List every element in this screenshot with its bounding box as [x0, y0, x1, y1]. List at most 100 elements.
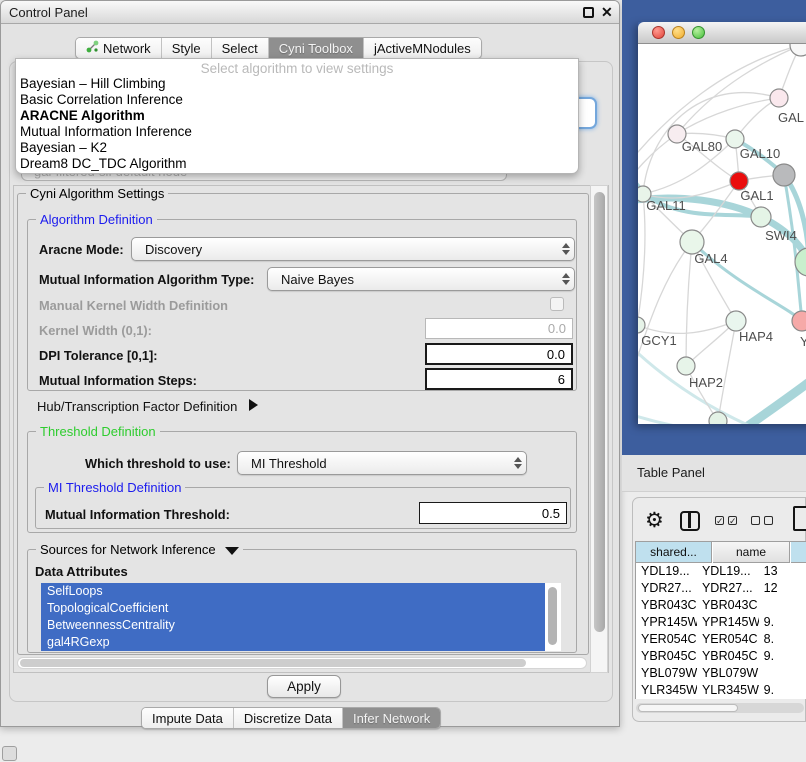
checked-box-icon[interactable]: ✓ [728, 516, 737, 525]
network-node-gal[interactable] [770, 89, 788, 107]
settings-horizontal-scrollbar[interactable] [17, 657, 587, 669]
settings-vertical-scrollbar[interactable] [590, 185, 608, 673]
algorithm-dropdown-placeholder: Select algorithm to view settings [16, 59, 578, 76]
network-node-gcy1[interactable] [638, 317, 645, 333]
dpi-tolerance-field[interactable]: 0.0 [425, 343, 573, 365]
tab-jactivemnodules[interactable]: jActiveMNodules [364, 38, 481, 58]
minimize-traffic-light-icon[interactable] [672, 26, 685, 39]
node-label-swi4: SWI4 [765, 228, 797, 243]
split-columns-icon[interactable] [680, 511, 700, 531]
tab-network[interactable]: Network [76, 38, 162, 58]
close-icon[interactable]: ✕ [601, 4, 613, 21]
tab-label: jActiveMNodules [374, 41, 471, 56]
tab-cyni-toolbox[interactable]: Cyni Toolbox [269, 38, 364, 58]
horizontal-scrollbar-thumb[interactable] [20, 659, 526, 667]
hub-section[interactable]: Hub/Transcription Factor Definition [37, 399, 258, 414]
table-cell: YLR345W [697, 682, 759, 699]
algorithm-option-basic-correlation-inference[interactable]: Basic Correlation Inference [16, 92, 578, 108]
checked-box-icon[interactable]: ✓ [715, 516, 724, 525]
manual-kernel-width-label: Manual Kernel Width Definition [39, 298, 228, 313]
float-window-icon[interactable] [583, 7, 594, 18]
attribute-item-betweennesscentrality[interactable]: BetweennessCentrality [41, 617, 545, 634]
manual-kernel-width-checkbox[interactable] [550, 297, 564, 311]
vertical-scrollbar-thumb[interactable] [594, 192, 605, 632]
zoom-traffic-light-icon[interactable] [692, 26, 705, 39]
tab-impute-data[interactable]: Impute Data [142, 708, 234, 728]
which-threshold-combo[interactable]: MI Threshold [237, 451, 527, 475]
table-row-ypr145w[interactable]: YPR145WYPR145W9. [636, 614, 806, 631]
table-scrollbar-thumb[interactable] [638, 704, 738, 712]
column-header-shared-name[interactable]: shared... [636, 542, 712, 563]
network-node-y[interactable] [792, 311, 806, 331]
tab-infer-network[interactable]: Infer Network [343, 708, 440, 728]
stepper-arrows-icon [510, 452, 526, 474]
network-edge [686, 242, 692, 366]
mi-algorithm-type-combo[interactable]: Naive Bayes [267, 267, 575, 291]
network-window-titlebar[interactable] [638, 22, 806, 44]
table-row-yer054c[interactable]: YER054CYER054C8. [636, 631, 806, 648]
new-table-icon[interactable] [793, 506, 806, 531]
table-row-ybr045c[interactable]: YBR045CYBR045C9. [636, 648, 806, 665]
control-panel-titlebar[interactable]: Control Panel ✕ [1, 1, 619, 24]
unchecked-box-icon[interactable] [751, 516, 760, 525]
mi-threshold-field[interactable]: 0.5 [419, 502, 567, 524]
table-cell: 13 [759, 563, 806, 580]
mi-steps-field[interactable]: 6 [425, 368, 573, 390]
tab-select[interactable]: Select [212, 38, 269, 58]
column-header-name[interactable]: name [713, 542, 790, 563]
algorithm-option-mutual-information-inference[interactable]: Mutual Information Inference [16, 124, 578, 140]
gear-icon[interactable]: ⚙ [645, 508, 664, 533]
unchecked-box-icon[interactable] [764, 516, 773, 525]
tab-label: Cyni Toolbox [279, 41, 353, 56]
table-cell: YLR345W [636, 682, 697, 699]
table-row-ydl19[interactable]: YDL19...YDL19...13 [636, 563, 806, 580]
data-attributes-list[interactable]: SelfLoopsTopologicalCoefficientBetweenne… [41, 583, 561, 651]
attribute-item-gal4rgexp[interactable]: gal4RGexp [41, 634, 545, 651]
table-row-ydr27[interactable]: YDR27...YDR27...12 [636, 580, 806, 597]
network-edge [638, 134, 677, 189]
algorithm-option-dream8-dc-tdc-algorithm[interactable]: Dream8 DC_TDC Algorithm [16, 156, 578, 172]
algorithm-option-aracne-algorithm[interactable]: ARACNE Algorithm [16, 108, 578, 124]
column-header-clipped[interactable]: A [791, 542, 806, 563]
network-view-window: GALGAL80GAL10GAL1GAL11SWI4GAL4GCY1HAP4YH… [638, 22, 806, 424]
tab-style[interactable]: Style [162, 38, 212, 58]
which-threshold-value: MI Threshold [251, 456, 510, 471]
algorithm-option-bayesian-k2[interactable]: Bayesian – K2 [16, 140, 578, 156]
hub-section-label: Hub/Transcription Factor Definition [37, 399, 237, 414]
collapsed-panel-button[interactable] [2, 746, 17, 761]
expand-arrow-icon[interactable] [249, 399, 258, 411]
mi-algorithm-type-value: Naive Bayes [281, 272, 558, 287]
sources-title-text: Sources for Network Inference [40, 542, 216, 557]
network-node[interactable] [790, 44, 806, 56]
network-node-hap4[interactable] [726, 311, 746, 331]
network-node-hap2[interactable] [677, 357, 695, 375]
screen: Control Panel ✕ NetworkStyleSelect Cyni T… [0, 0, 806, 762]
table-row-ylr345w[interactable]: YLR345WYLR345W9. [636, 682, 806, 699]
mi-threshold-value: 0.5 [542, 506, 560, 521]
attribute-item-selfloops[interactable]: SelfLoops [41, 583, 545, 600]
table-cell [759, 597, 806, 614]
aracne-mode-combo[interactable]: Discovery [131, 237, 575, 261]
node-table: shared... name A YDL19...YDL19...13YDR27… [635, 541, 806, 699]
attribute-item-topologicalcoefficient[interactable]: TopologicalCoefficient [41, 600, 545, 617]
network-canvas[interactable]: GALGAL80GAL10GAL1GAL11SWI4GAL4GCY1HAP4YH… [638, 44, 806, 424]
table-cell: YBR045C [697, 648, 759, 665]
table-row-ybr043c[interactable]: YBR043CYBR043C [636, 597, 806, 614]
collapse-arrow-icon[interactable] [225, 547, 239, 555]
close-traffic-light-icon[interactable] [652, 26, 665, 39]
network-graph: GALGAL80GAL10GAL1GAL11SWI4GAL4GCY1HAP4YH… [638, 44, 806, 424]
sources-group-title: Sources for Network Inference [36, 542, 243, 557]
table-horizontal-scrollbar[interactable] [636, 703, 804, 713]
algorithm-option-bayesian-hill-climbing[interactable]: Bayesian – Hill Climbing [16, 76, 578, 92]
tab-label: Impute Data [152, 711, 223, 726]
list-scrollbar-thumb[interactable] [548, 587, 557, 645]
table-cell: YBL079W [697, 665, 759, 682]
network-node[interactable] [773, 164, 795, 186]
data-attributes-label: Data Attributes [35, 564, 128, 579]
network-edge [638, 194, 645, 325]
tab-discretize-data[interactable]: Discretize Data [234, 708, 343, 728]
apply-button[interactable]: Apply [267, 675, 341, 698]
network-node[interactable] [709, 412, 727, 424]
table-row-ybl079w[interactable]: YBL079WYBL079W [636, 665, 806, 682]
network-node-swi4[interactable] [751, 207, 771, 227]
